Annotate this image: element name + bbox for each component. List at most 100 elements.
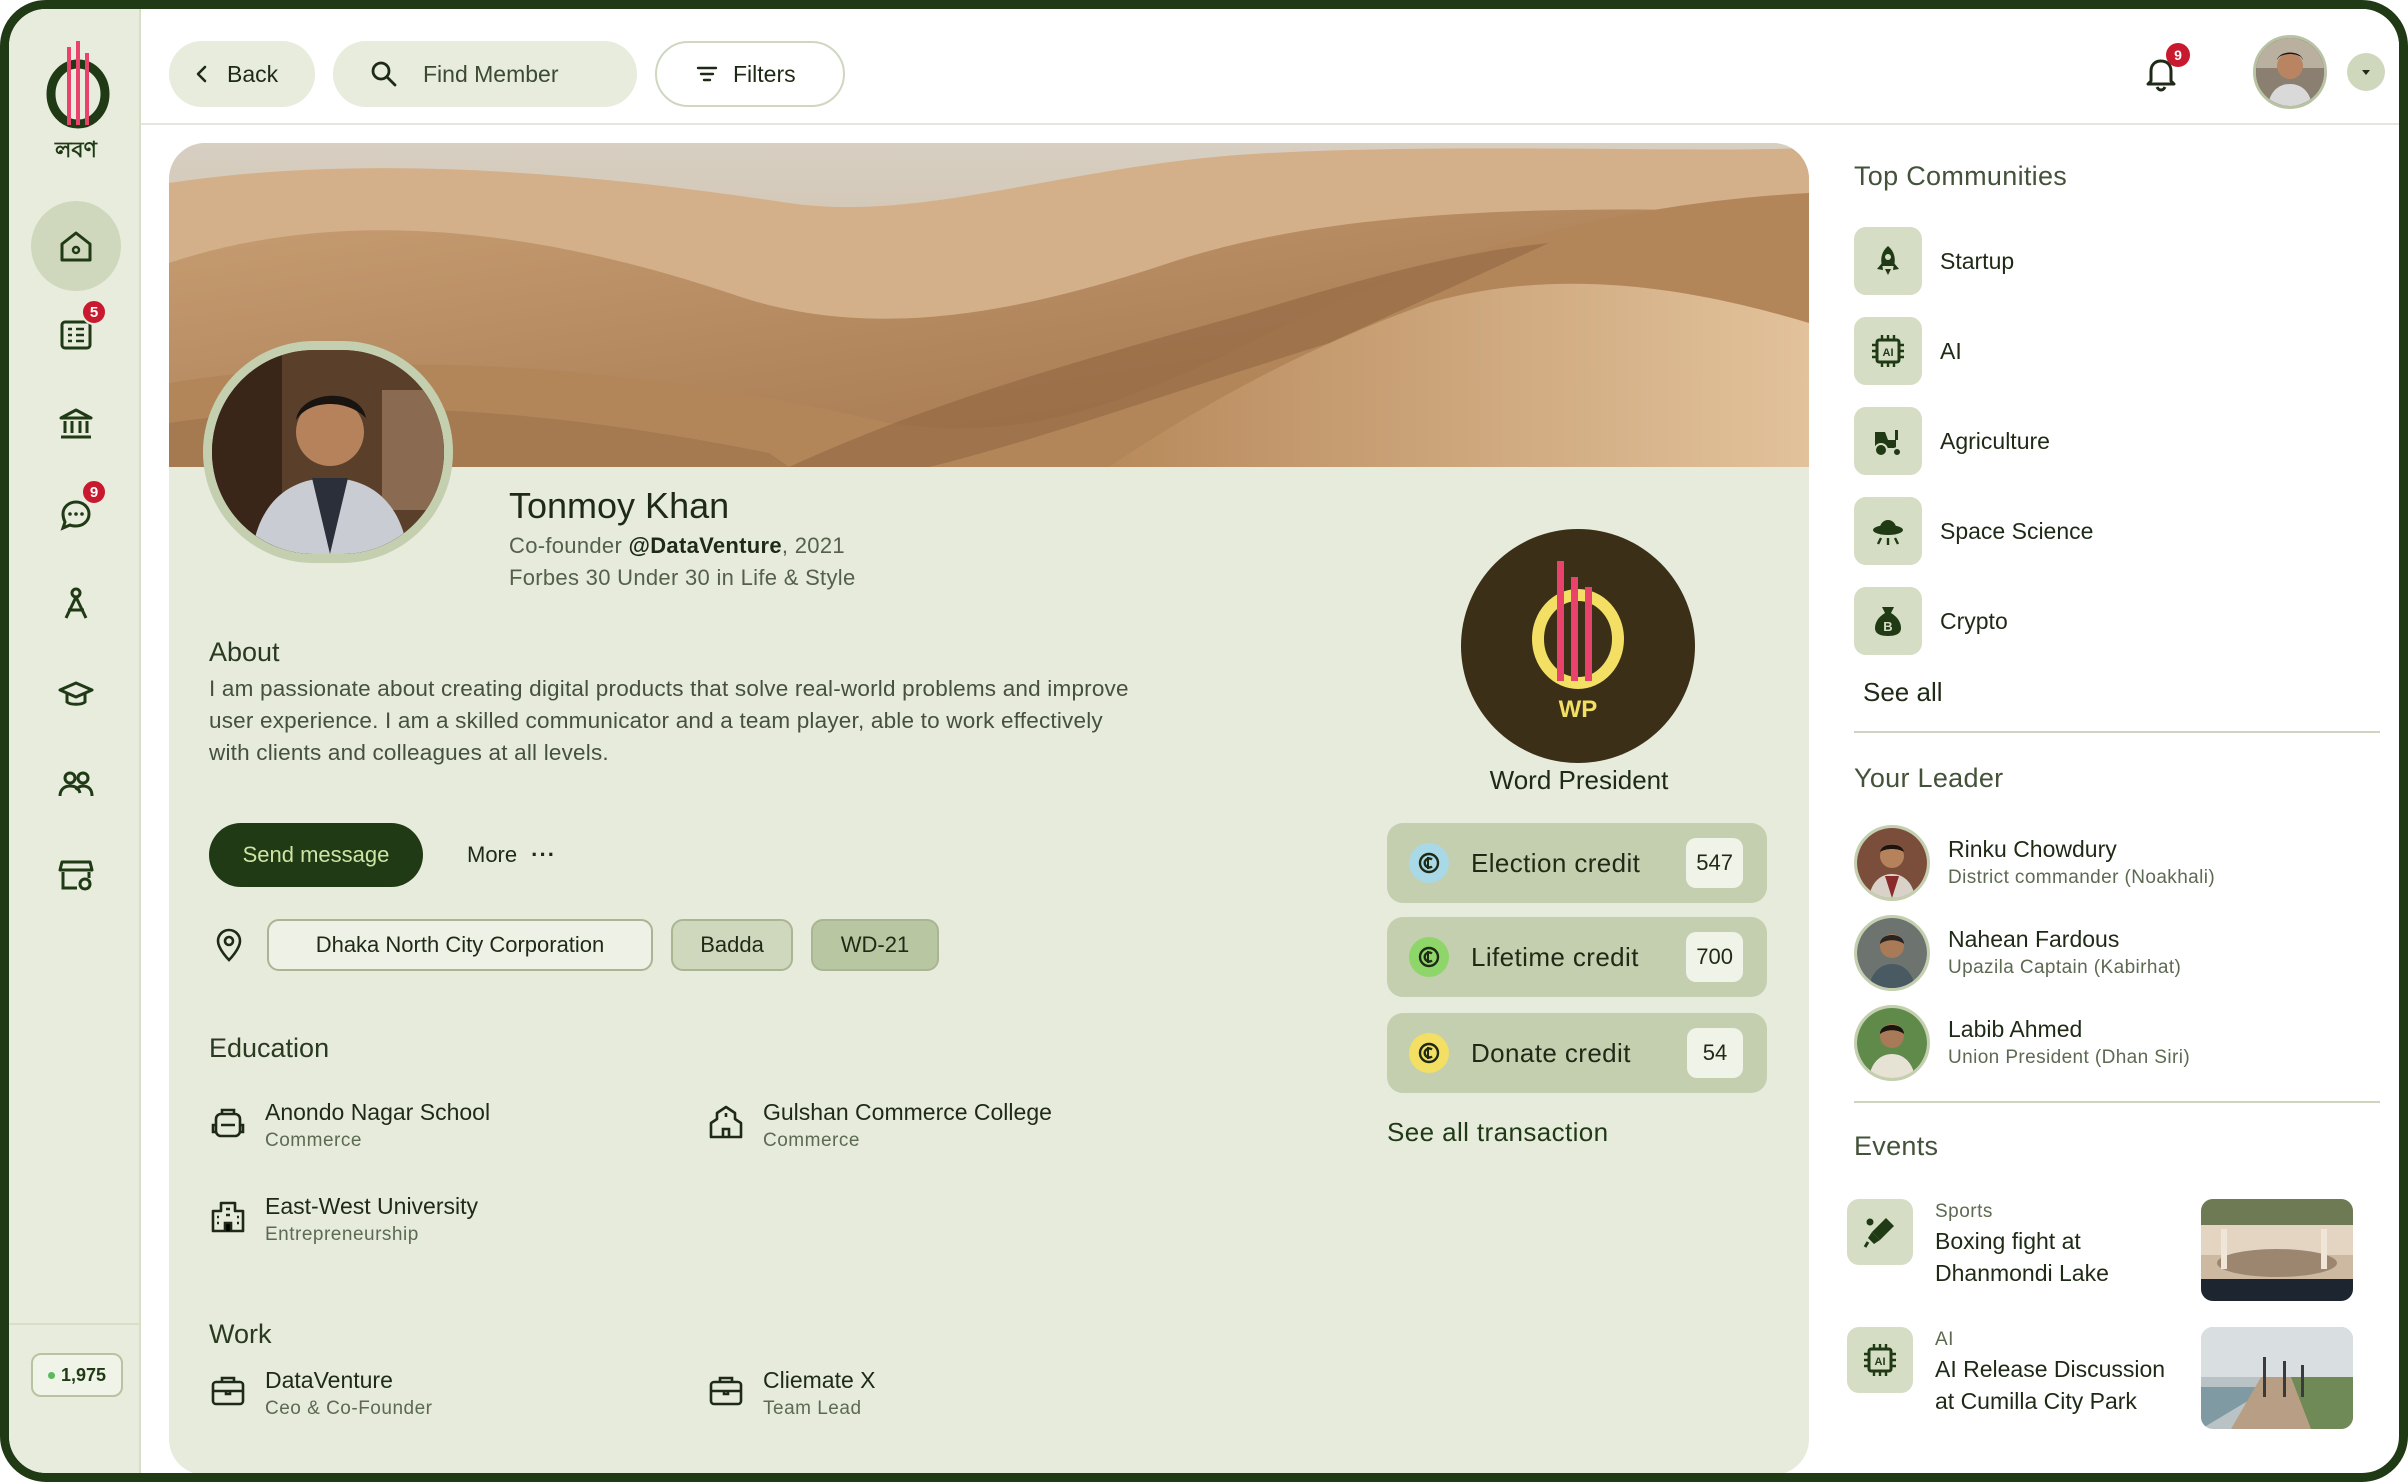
tag-area[interactable]: Badda [671, 919, 793, 971]
leader-item[interactable]: Labib Ahmed Union President (Dhan Siri) [1854, 1005, 2190, 1081]
leader-name: Rinku Chowdury [1948, 836, 2117, 862]
college-building-icon [709, 1105, 743, 1139]
lifetime-credit[interactable]: Lifetime credit 700 [1387, 917, 1767, 997]
back-button[interactable]: Back [169, 41, 315, 107]
work-company: DataVenture [265, 1367, 393, 1393]
ai-chip-icon: AI [1847, 1327, 1913, 1393]
election-credit[interactable]: Election credit 547 [1387, 823, 1767, 903]
location-pin-icon [216, 928, 242, 962]
filters-button[interactable]: Filters [655, 41, 845, 107]
about-heading: About [209, 637, 280, 667]
community-item[interactable]: Space Science [1854, 497, 2093, 565]
leader-role: District commander (Noakhali) [1948, 867, 2216, 888]
profile-company-link[interactable]: @DataVenture [628, 533, 781, 558]
leader-avatar [1854, 915, 1930, 991]
svg-text:AI: AI [1883, 347, 1894, 359]
events-heading: Events [1854, 1131, 1939, 1161]
sidebar-item-chat[interactable]: 9 [31, 469, 121, 559]
donate-credit[interactable]: Donate credit 54 [1387, 1013, 1767, 1093]
profile-name: Tonmoy Khan [509, 485, 730, 526]
work-company: Cliemate X [763, 1367, 876, 1393]
sidebar-item-store[interactable] [31, 829, 121, 919]
leader-avatar [1854, 825, 1930, 901]
sidebar-item-education[interactable] [31, 649, 121, 739]
app-logo[interactable] [43, 39, 113, 129]
leader-role: Upazila Captain (Kabirhat) [1948, 957, 2182, 978]
education-heading: Education [209, 1033, 330, 1063]
see-all-communities-link[interactable]: See all [1863, 677, 1943, 708]
tractor-icon [1854, 407, 1922, 475]
credit-coin-icon [1409, 1033, 1449, 1073]
credit-label: Donate credit [1471, 1037, 1631, 1068]
send-message-button[interactable]: Send message [209, 823, 423, 887]
event-thumbnail-image [2201, 1199, 2353, 1301]
member-count-value: 1,975 [60, 1364, 107, 1385]
school-bag-icon [211, 1108, 245, 1138]
leader-item[interactable]: Nahean Fardous Upazila Captain (Kabirhat) [1854, 915, 2181, 991]
education-field: Commerce [265, 1130, 362, 1151]
cricket-bat-icon [1847, 1199, 1913, 1265]
user-avatar[interactable] [2253, 35, 2327, 109]
leader-name: Nahean Fardous [1948, 926, 2120, 952]
more-label: More [467, 842, 518, 867]
profile-photo[interactable] [203, 341, 453, 563]
community-label: AI [1940, 337, 1962, 364]
rank-code: WP [1559, 696, 1598, 723]
community-label: Crypto [1940, 607, 2008, 634]
see-all-transaction-link[interactable]: See all transaction [1387, 1117, 1609, 1148]
education-school: East-West University [265, 1193, 479, 1219]
search-placeholder: Find Member [423, 60, 559, 87]
event-item[interactable]: Sports Boxing fight at Dhanmondi Lake [1847, 1199, 2175, 1289]
find-member-search[interactable]: Find Member [333, 41, 637, 107]
app-frame: লবণ 5 9 1,975 Back Find Member Filters 9… [0, 0, 2408, 1482]
leader-name: Labib Ahmed [1948, 1016, 2083, 1042]
divider [1854, 731, 2380, 733]
credit-label: Lifetime credit [1471, 941, 1639, 972]
credit-value: 547 [1686, 838, 1743, 888]
event-title: AI Release Discussion at Cumilla City Pa… [1935, 1356, 2166, 1414]
event-thumbnail[interactable] [2201, 1327, 2353, 1429]
svg-text:B: B [1883, 619, 1892, 634]
sidebar-item-campaign[interactable] [31, 559, 121, 649]
more-dots-icon: ··· [531, 842, 557, 867]
more-button[interactable]: More ··· [439, 823, 579, 887]
profile-role-prefix: Co-founder [509, 533, 629, 558]
leader-role: Union President (Dhan Siri) [1948, 1047, 2191, 1068]
sidebar-item-home[interactable] [31, 201, 121, 291]
sidebar-item-community[interactable] [31, 739, 121, 829]
community-item[interactable]: B Crypto [1854, 587, 2008, 655]
tag-ward[interactable]: WD-21 [811, 919, 939, 971]
event-item[interactable]: AI AI AI Release Discussion at Cumilla Ci… [1847, 1327, 2175, 1417]
event-thumbnail[interactable] [2201, 1199, 2353, 1301]
community-item[interactable]: Agriculture [1854, 407, 2050, 475]
graduation-cap-icon [58, 681, 94, 706]
account-dropdown[interactable] [2347, 53, 2385, 91]
education-school: Anondo Nagar School [265, 1099, 491, 1125]
rank-title: Word President [1489, 765, 1669, 795]
community-item[interactable]: AI AI [1854, 317, 1962, 385]
users-icon [58, 771, 94, 797]
community-item[interactable]: Startup [1854, 227, 2014, 295]
work-heading: Work [209, 1319, 272, 1349]
app-logo-text: লবণ [55, 138, 97, 163]
credit-coin-icon [1409, 937, 1449, 977]
credit-value: 54 [1687, 1028, 1743, 1078]
sidebar-item-institution[interactable] [31, 379, 121, 469]
tag-city-corporation[interactable]: Dhaka North City Corporation [267, 919, 653, 971]
store-icon [58, 860, 94, 891]
svg-text:AI: AI [1875, 1356, 1886, 1368]
sidebar-item-news[interactable]: 5 [31, 289, 121, 379]
top-bar: Back Find Member Filters 9 [141, 9, 2399, 125]
sidebar-divider [9, 1323, 141, 1325]
community-label: Space Science [1940, 517, 2094, 544]
money-bag-icon: B [1854, 587, 1922, 655]
profile-award: Forbes 30 Under 30 in Life & Style [509, 565, 856, 590]
event-category: Sports [1935, 1201, 1993, 1222]
search-icon [371, 61, 397, 87]
briefcase-icon [709, 1376, 743, 1406]
profile-role-year: , 2021 [781, 533, 845, 558]
leader-item[interactable]: Rinku Chowdury District commander (Noakha… [1854, 825, 2215, 901]
education-field: Commerce [763, 1130, 860, 1151]
leader-avatar [1854, 1005, 1930, 1081]
top-communities-heading: Top Communities [1854, 161, 2068, 191]
